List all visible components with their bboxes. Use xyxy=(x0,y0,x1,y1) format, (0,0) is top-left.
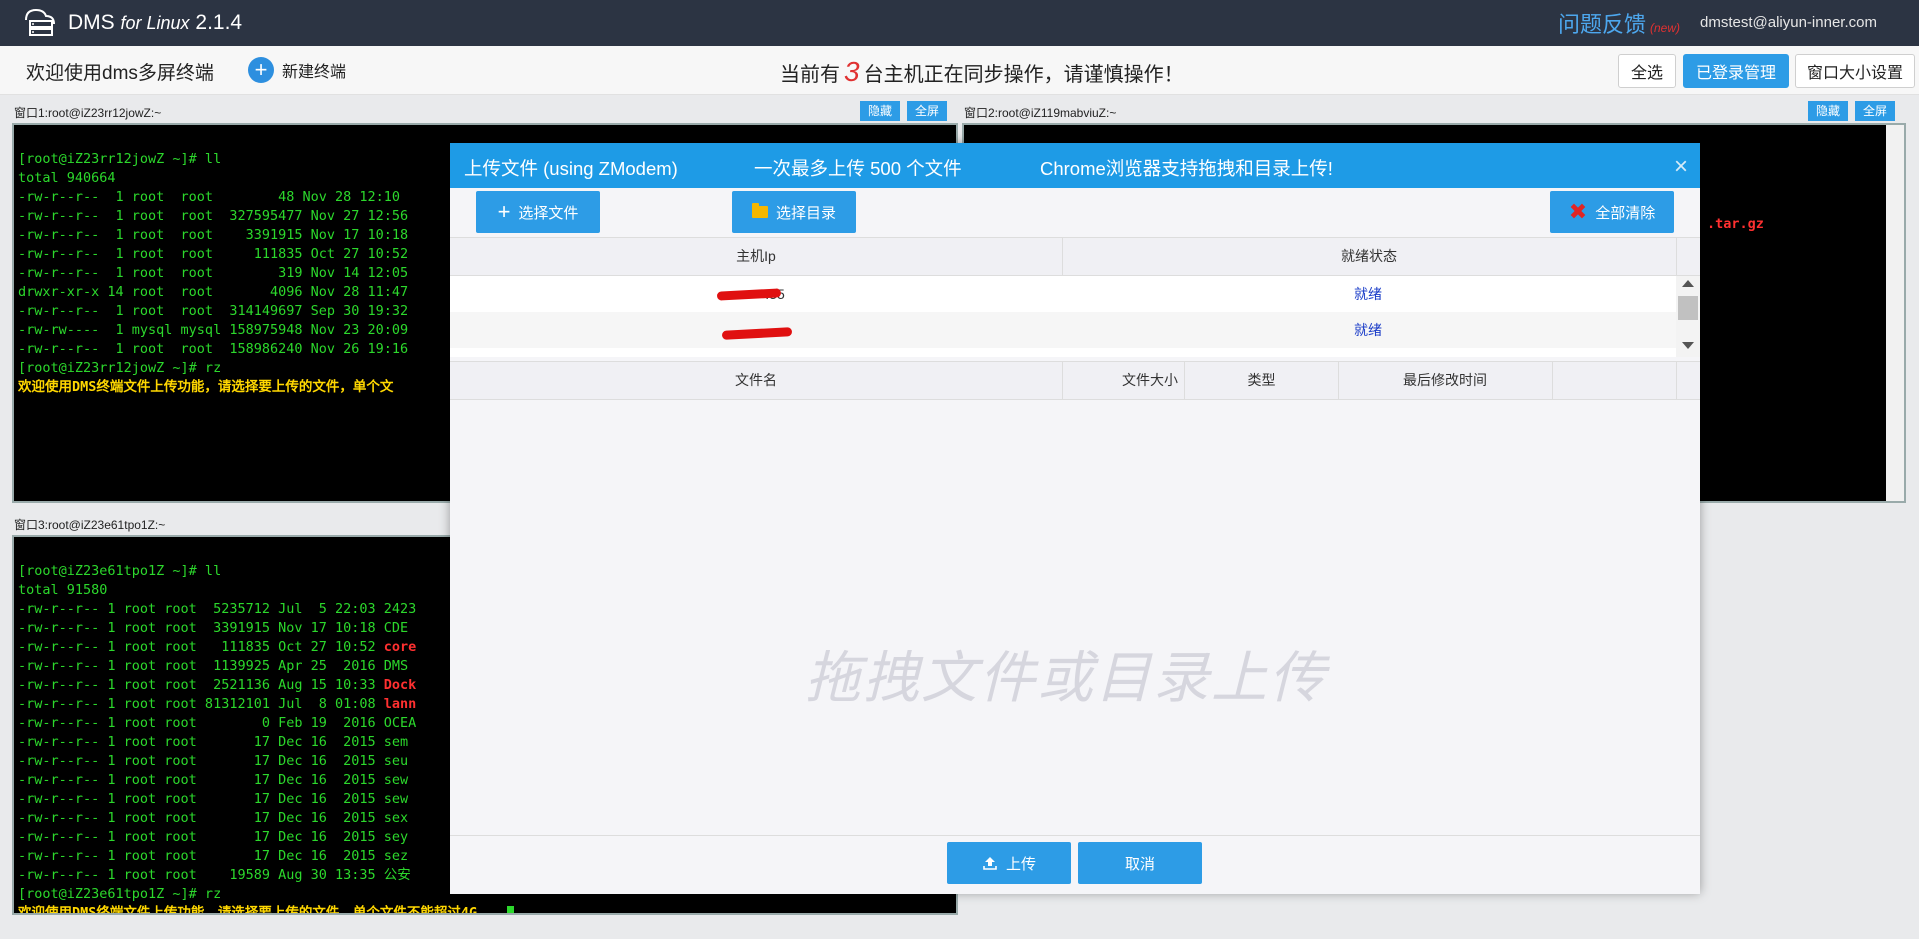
folder-icon xyxy=(751,203,768,218)
welcome-text: 欢迎使用dms多屏终端 xyxy=(26,63,214,84)
terminal-cursor xyxy=(506,905,514,913)
scroll-up-icon[interactable] xyxy=(1682,280,1694,287)
col-type: 类型 xyxy=(1185,362,1339,399)
col-empty xyxy=(1552,362,1677,399)
upload-icon xyxy=(983,857,997,870)
host-status: 就绪 xyxy=(1354,322,1382,338)
pane-2-fullscreen-button[interactable]: 全屏 xyxy=(1855,101,1896,121)
feedback-link[interactable]: 问题反馈 (new) xyxy=(1558,7,1680,39)
col-host-ip: 主机Ip xyxy=(450,238,1063,275)
col-ready-status: 就绪状态 xyxy=(1062,238,1677,275)
cloud-server-icon xyxy=(25,8,55,36)
max-files-note: 一次最多上传 500 个文件 xyxy=(754,158,962,179)
clear-all-button[interactable]: ✖ 全部清除 xyxy=(1550,191,1674,233)
chrome-hint: Chrome浏览器支持拖拽和目录上传! xyxy=(1040,158,1333,179)
select-file-button[interactable]: + 选择文件 xyxy=(476,191,600,233)
upload-button[interactable]: 上传 xyxy=(947,842,1071,884)
logged-in-mgmt-button[interactable]: 已登录管理 xyxy=(1683,54,1789,88)
user-email[interactable]: dmstest@aliyun-inner.com xyxy=(1700,14,1877,31)
new-terminal-button[interactable]: + 新建终端 xyxy=(248,56,346,84)
pane-1-title: 窗口1:root@iZ23rr12jowZ:~ xyxy=(14,106,162,120)
pane-1-header: 窗口1:root@iZ23rr12jowZ:~ 隐藏 全屏 xyxy=(12,99,954,121)
pane-1-fullscreen-button[interactable]: 全屏 xyxy=(907,101,948,121)
file-table-header: 文件名 文件大小 类型 最后修改时间 xyxy=(450,361,1700,400)
select-directory-button[interactable]: 选择目录 xyxy=(732,191,856,233)
host-status: 就绪 xyxy=(1354,286,1382,302)
plus-icon: + xyxy=(497,199,511,224)
upload-dialog-header: 上传文件 (using ZModem) 一次最多上传 500 个文件 Chrom… xyxy=(450,143,1700,188)
host-table-header: 主机Ip 就绪状态 xyxy=(450,237,1700,276)
dialog-title: 上传文件 (using ZModem) xyxy=(464,158,678,179)
dialog-footer: 上传 取消 xyxy=(450,835,1700,894)
pane-2-title: 窗口2:root@iZ119mabviuZ:~ xyxy=(964,106,1117,120)
pane-3-title: 窗口3:root@iZ23e61tpo1Z:~ xyxy=(14,518,166,532)
host-row-partial xyxy=(450,348,1676,357)
top-bar: DMS for Linux 2.1.4 问题反馈 (new) dmstest@al… xyxy=(0,0,1919,46)
col-file-size: 文件大小 xyxy=(1062,362,1185,399)
select-all-button[interactable]: 全选 xyxy=(1618,54,1676,88)
toolbar: 欢迎使用dms多屏终端 + 新建终端 当前有 3 台主机正在同步操作，请谨慎操作！ … xyxy=(0,46,1919,95)
col-last-modified: 最后修改时间 xyxy=(1338,362,1553,399)
col-file-name: 文件名 xyxy=(450,362,1063,399)
sync-count: 3 xyxy=(844,56,860,87)
upload-dialog: 上传文件 (using ZModem) 一次最多上传 500 个文件 Chrom… xyxy=(450,143,1700,894)
terminal-2-scrollbar[interactable] xyxy=(1886,125,1904,501)
plus-circle-icon: + xyxy=(248,57,274,83)
redaction-mark xyxy=(721,327,793,340)
host-row[interactable]: .35 就绪 xyxy=(450,276,1676,312)
window-size-button[interactable]: 窗口大小设置 xyxy=(1795,54,1915,88)
pane-2-hide-button[interactable]: 隐藏 xyxy=(1808,101,1849,121)
close-icon[interactable]: × xyxy=(1674,153,1688,181)
red-x-icon: ✖ xyxy=(1568,199,1588,224)
host-list-scrollbar[interactable] xyxy=(1676,276,1700,357)
brand-title: DMS for Linux 2.1.4 xyxy=(68,11,243,34)
pane-1-hide-button[interactable]: 隐藏 xyxy=(860,101,901,121)
new-badge: (new) xyxy=(1650,21,1681,35)
pane-2-header: 窗口2:root@iZ119mabviuZ:~ 隐藏 全屏 xyxy=(962,99,1904,121)
scroll-thumb[interactable] xyxy=(1678,296,1698,320)
sync-notice: 当前有 3 台主机正在同步操作，请谨慎操作！ xyxy=(780,56,1184,87)
host-row[interactable]: 就绪 xyxy=(450,312,1676,348)
cancel-button[interactable]: 取消 xyxy=(1078,842,1202,884)
drop-zone-hint[interactable]: 拖拽文件或目录上传 xyxy=(805,633,1327,714)
scroll-down-icon[interactable] xyxy=(1682,342,1694,349)
